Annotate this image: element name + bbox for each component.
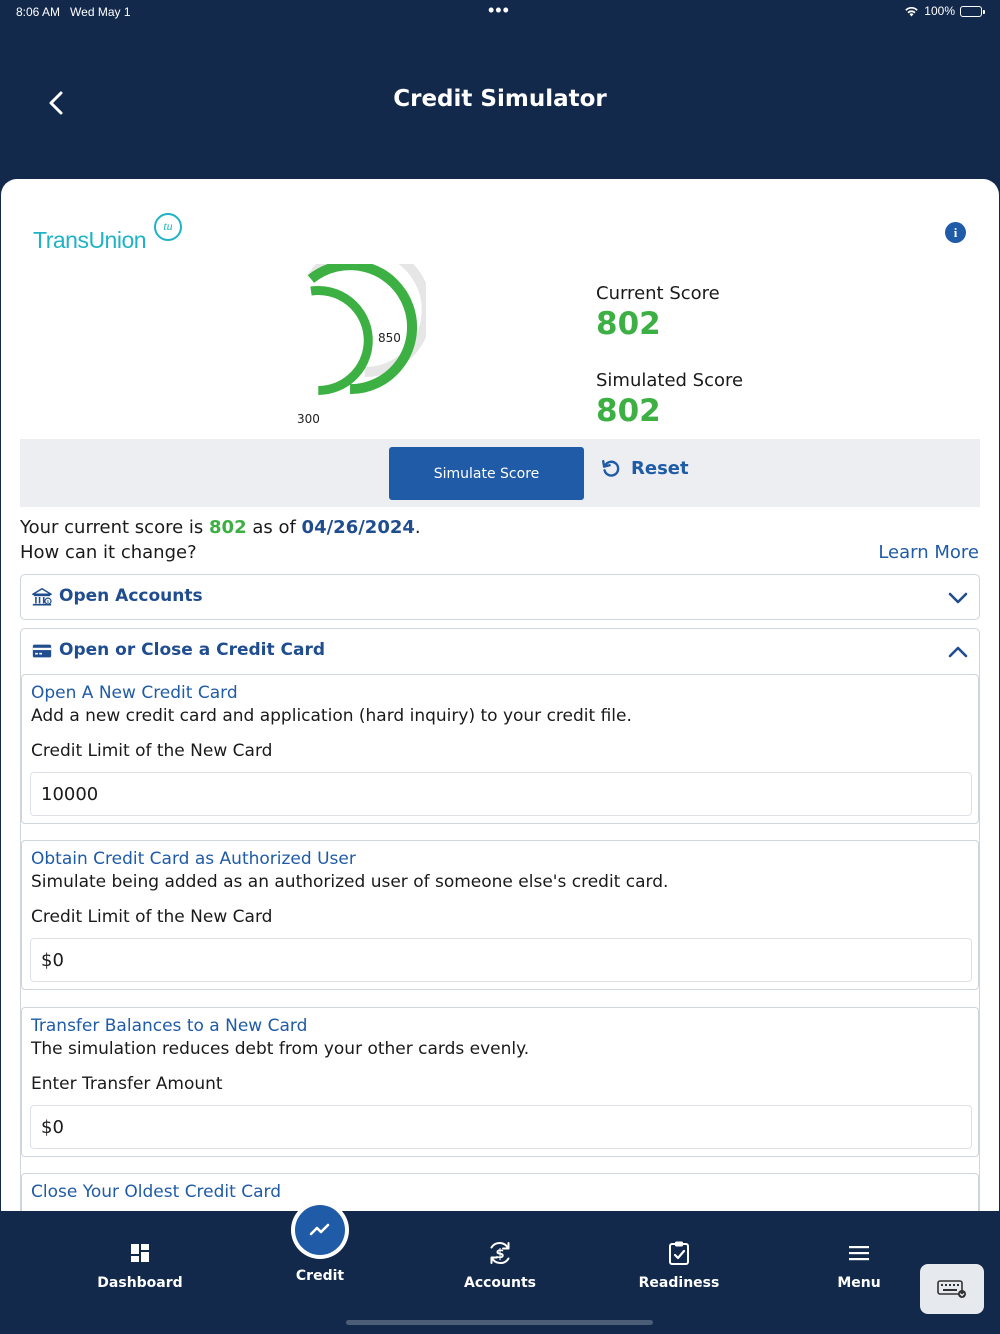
tab-label: Readiness xyxy=(638,1275,720,1291)
info-icon[interactable]: i xyxy=(945,222,966,243)
option-close-oldest-card: Close Your Oldest Credit Card xyxy=(21,1173,979,1211)
tab-menu[interactable]: Menu xyxy=(799,1239,919,1291)
change-question: How can it change? xyxy=(20,542,197,563)
authorized-user-limit-input[interactable] xyxy=(30,938,972,982)
tab-label: Accounts xyxy=(463,1275,536,1291)
svg-text:$: $ xyxy=(46,599,49,605)
option-description: The simulation reduces debt from your ot… xyxy=(31,1039,530,1059)
option-title: Close Your Oldest Credit Card xyxy=(31,1182,281,1202)
wifi-icon xyxy=(905,6,919,17)
accordion-open-accounts[interactable]: $ Open Accounts xyxy=(20,574,980,620)
option-field-label: Enter Transfer Amount xyxy=(31,1074,223,1094)
option-title: Open A New Credit Card xyxy=(31,683,238,703)
dollar-sync-icon: $ xyxy=(490,1241,510,1265)
simulate-score-button[interactable]: Simulate Score xyxy=(389,447,584,500)
chevron-down-icon[interactable] xyxy=(947,587,969,609)
svg-text:$: $ xyxy=(495,1247,504,1262)
accordion-header-open-accounts[interactable]: $ Open Accounts xyxy=(21,575,979,619)
transfer-amount-input[interactable] xyxy=(30,1105,972,1149)
gauge-max-label: 850 xyxy=(378,331,401,345)
page-title: Credit Simulator xyxy=(393,86,607,112)
option-field-label: Credit Limit of the New Card xyxy=(31,907,273,927)
current-score-label: Current Score xyxy=(596,283,720,304)
tab-dashboard[interactable]: Dashboard xyxy=(80,1239,200,1291)
score-summary: Your current score is 802 as of 04/26/20… xyxy=(20,517,421,538)
score-gauge xyxy=(306,264,426,395)
option-description: Add a new credit card and application (h… xyxy=(31,706,632,726)
accordion-title: Open or Close a Credit Card xyxy=(59,640,326,660)
keyboard-toggle-button[interactable] xyxy=(920,1264,984,1314)
tab-label: Dashboard xyxy=(97,1275,183,1291)
option-balance-transfer: Transfer Balances to a New Card The simu… xyxy=(21,1007,979,1157)
accordion-header-credit-card[interactable]: Open or Close a Credit Card xyxy=(21,629,979,673)
option-title: Transfer Balances to a New Card xyxy=(31,1016,308,1036)
reset-label: Reset xyxy=(631,457,689,479)
tab-credit[interactable]: Credit xyxy=(260,1268,380,1284)
simulated-score-value: 802 xyxy=(596,393,661,429)
current-score-value: 802 xyxy=(596,306,661,342)
hamburger-icon xyxy=(849,1246,869,1261)
trend-icon xyxy=(309,1223,330,1236)
gauge-min-label: 300 xyxy=(297,412,320,426)
multitask-dots-icon[interactable]: ••• xyxy=(488,0,510,21)
current-score: Current Score 802 xyxy=(596,283,720,342)
bottom-tab-bar: Dashboard Credit $ Accounts Readiness Me… xyxy=(0,1201,1000,1334)
clipboard-check-icon xyxy=(669,1241,689,1265)
summary-date: 04/26/2024 xyxy=(301,517,415,538)
brand-badge: tu xyxy=(154,213,182,241)
option-field-label: Credit Limit of the New Card xyxy=(31,741,273,761)
battery-icon xyxy=(960,5,985,17)
home-indicator[interactable] xyxy=(346,1320,653,1325)
status-time: 8:06 AM Wed May 1 xyxy=(16,5,131,19)
tab-credit-active[interactable] xyxy=(291,1201,349,1259)
simulated-score-label: Simulated Score xyxy=(596,370,744,391)
new-card-limit-input[interactable] xyxy=(30,772,972,816)
learn-more-link[interactable]: Learn More xyxy=(878,542,979,563)
reset-icon xyxy=(602,459,620,477)
dashboard-icon xyxy=(131,1244,149,1262)
tab-readiness[interactable]: Readiness xyxy=(619,1239,739,1291)
credit-card-icon xyxy=(32,644,52,658)
transunion-logo: TransUnion tu xyxy=(33,213,193,261)
status-right: 100% xyxy=(904,4,985,18)
gauge-inner-arc xyxy=(310,285,373,395)
brand-name: TransUnion xyxy=(33,227,147,253)
tab-accounts[interactable]: $ Accounts xyxy=(440,1239,560,1291)
simulate-bar: Simulate Score Reset xyxy=(20,439,980,507)
option-authorized-user: Obtain Credit Card as Authorized User Si… xyxy=(21,840,979,990)
battery-percent: 100% xyxy=(924,4,955,18)
app-header: Credit Simulator xyxy=(0,60,1000,140)
tab-label: Menu xyxy=(837,1275,881,1291)
option-description: Simulate being added as an authorized us… xyxy=(31,872,669,892)
reset-button[interactable]: Reset xyxy=(600,457,689,479)
chevron-up-icon[interactable] xyxy=(947,641,969,663)
option-open-new-card: Open A New Credit Card Add a new credit … xyxy=(21,674,979,824)
summary-score: 802 xyxy=(209,517,247,538)
simulated-score: Simulated Score 802 xyxy=(596,370,743,429)
status-bar: 8:06 AM Wed May 1 ••• 100% xyxy=(0,0,1000,26)
option-title: Obtain Credit Card as Authorized User xyxy=(31,849,356,869)
bank-icon: $ xyxy=(32,588,52,606)
accordion-title: Open Accounts xyxy=(59,586,203,606)
main-content[interactable]: TransUnion tu i 850 300 Current Score 80… xyxy=(1,179,999,1211)
keyboard-icon xyxy=(937,1280,966,1298)
